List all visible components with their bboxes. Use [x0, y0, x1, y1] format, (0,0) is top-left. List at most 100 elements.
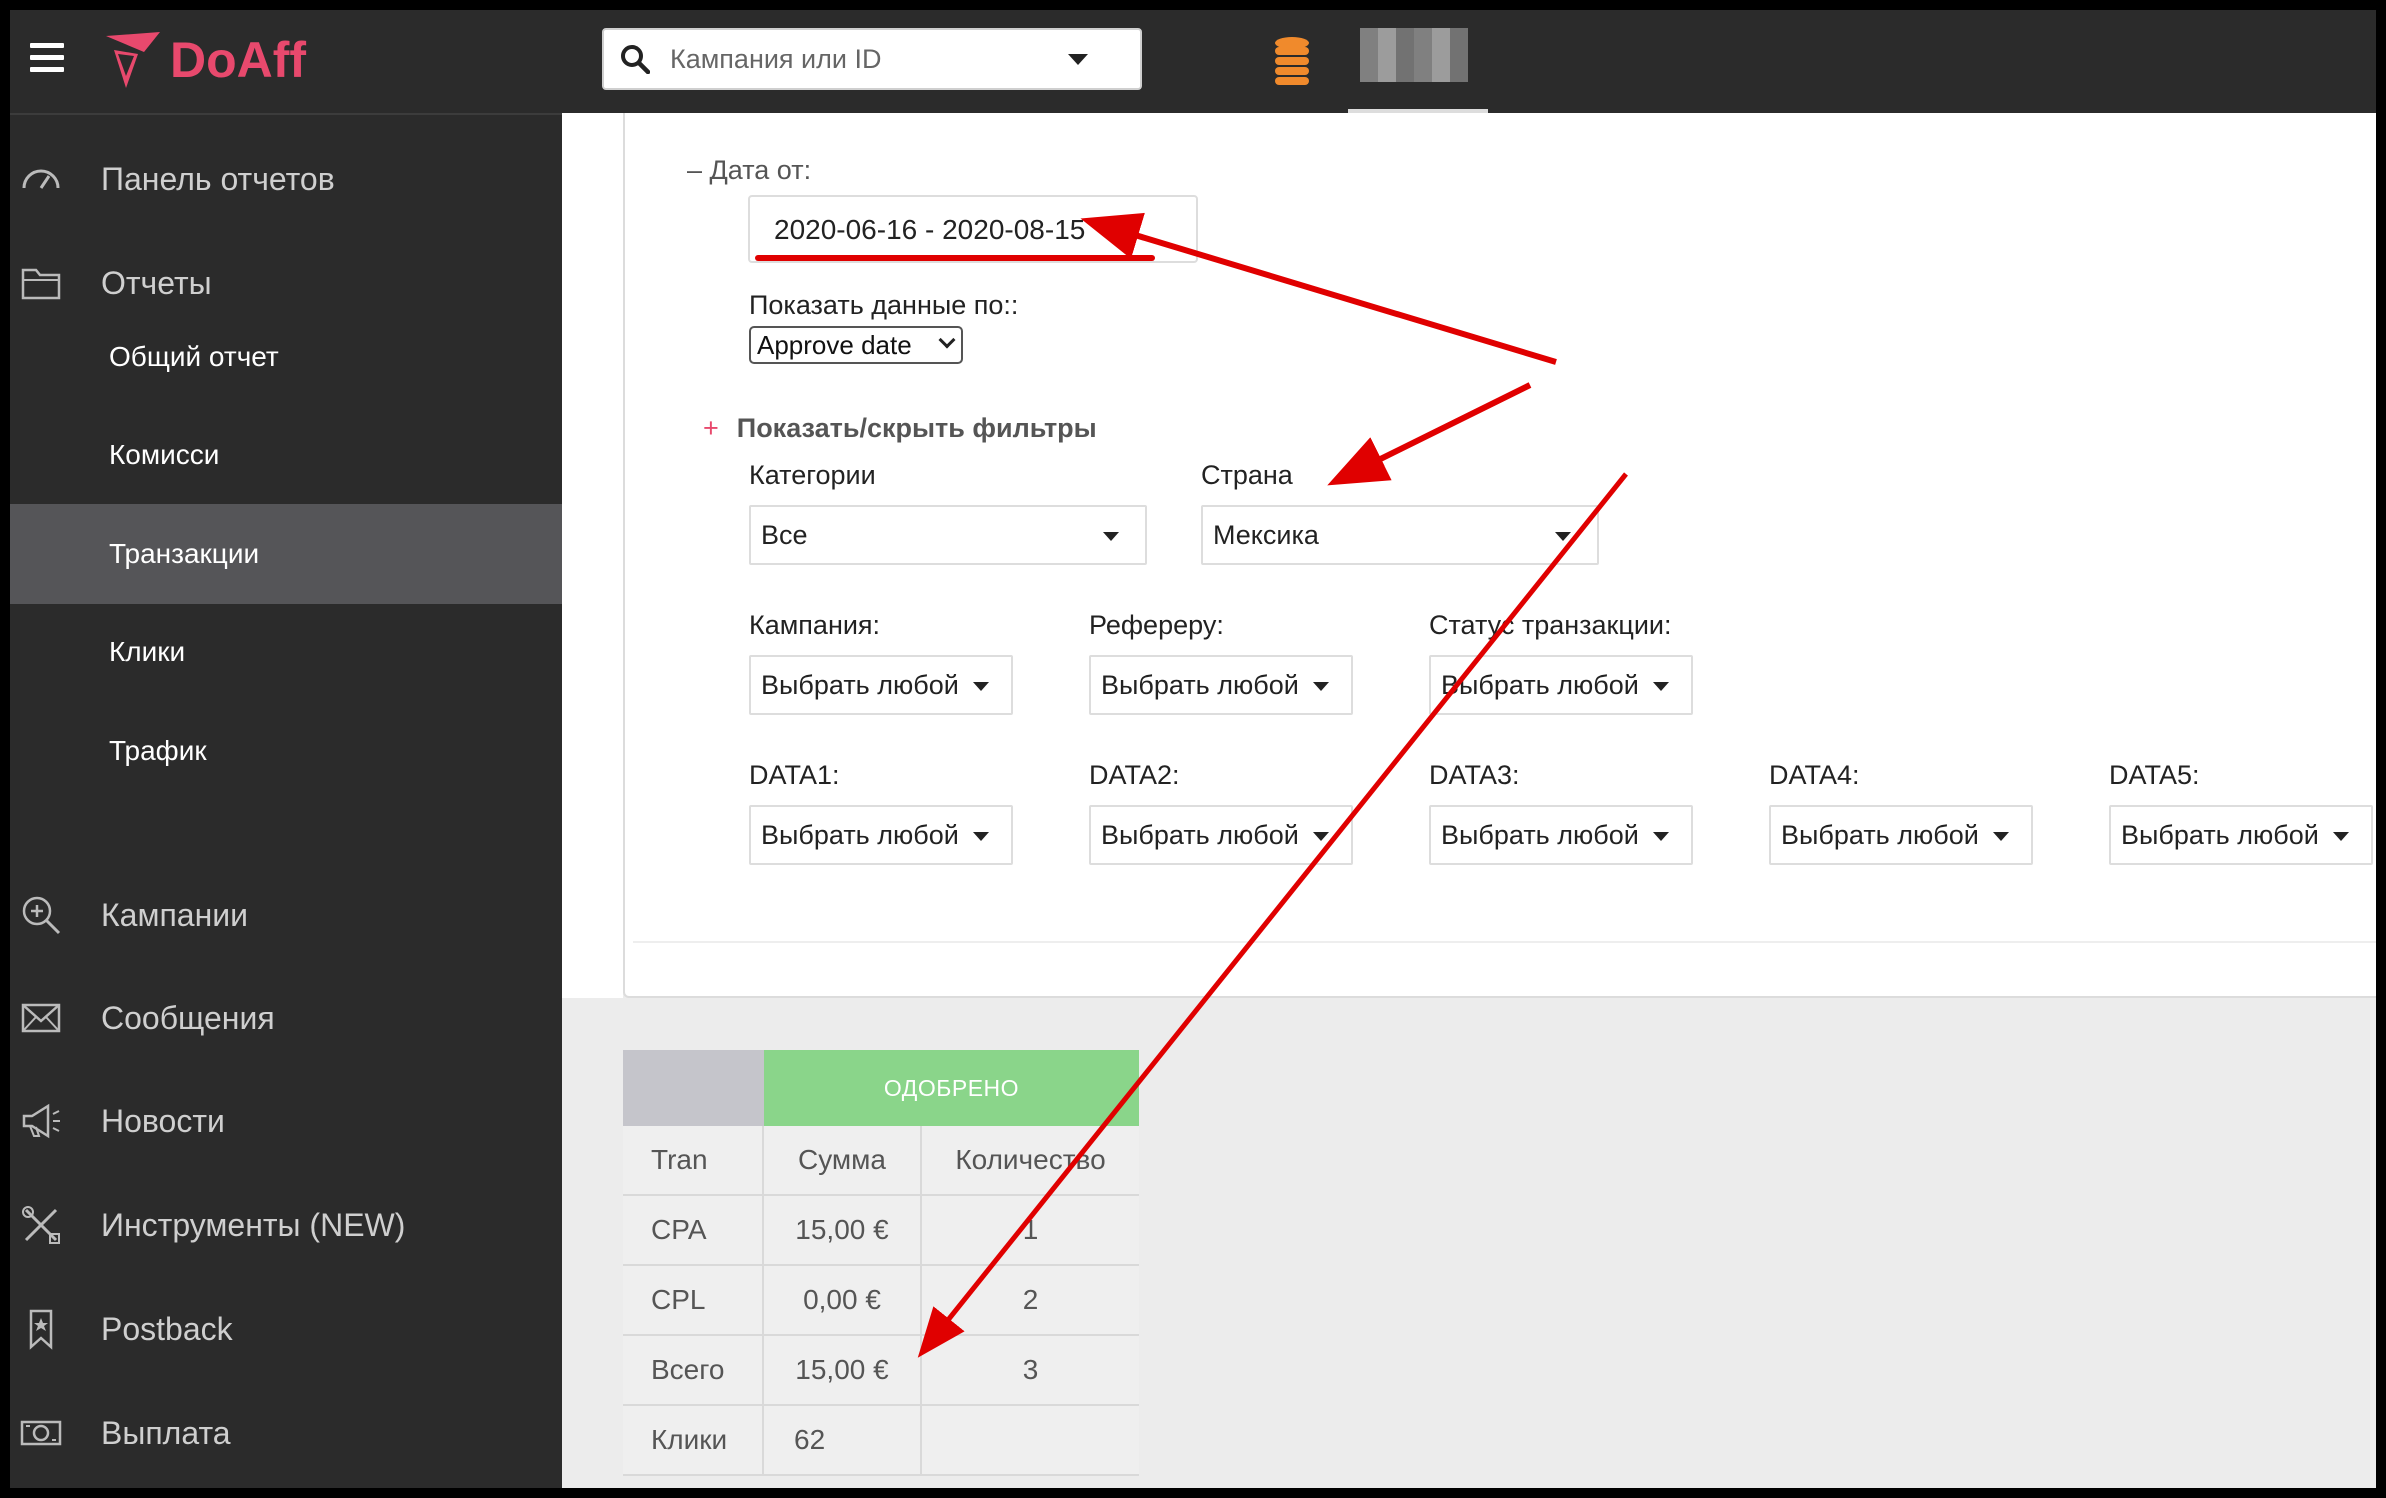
data1-select[interactable]: Выбрать любой: [749, 805, 1013, 865]
chevron-down-icon: [938, 331, 956, 349]
data2-label: DATA2:: [1089, 760, 1180, 790]
table-cell: 0,00 €: [764, 1266, 922, 1334]
caret-down-icon: [1313, 832, 1329, 841]
table-row: CPA 15,00 € 1: [623, 1196, 1139, 1266]
logo[interactable]: DoAff: [104, 28, 306, 92]
sidebar-item-campaigns[interactable]: Кампании: [10, 891, 562, 939]
sidebar-subitem-commissions[interactable]: Комисси: [10, 406, 562, 504]
data3-value: Выбрать любой: [1441, 819, 1639, 850]
show-by-select[interactable]: Approve date: [749, 326, 963, 364]
categories-select[interactable]: Все: [749, 505, 1147, 565]
data5-value: Выбрать любой: [2121, 819, 2319, 850]
caret-down-icon: [1993, 832, 2009, 841]
table-cell: 62: [764, 1406, 922, 1474]
chevron-down-icon[interactable]: [1068, 53, 1088, 65]
sidebar-item-label: Панель отчетов: [101, 160, 335, 197]
sidebar-item-dashboard[interactable]: Панель отчетов: [10, 155, 562, 203]
sidebar-subitem-label: Комисси: [109, 439, 220, 470]
sidebar-item-label: Кампании: [101, 896, 248, 933]
referer-value: Выбрать любой: [1101, 669, 1299, 700]
table-cell: Всего: [623, 1336, 764, 1404]
caret-down-icon: [1555, 532, 1571, 541]
caret-down-icon: [1653, 832, 1669, 841]
toggle-filters-link[interactable]: + Показать/скрыть фильтры: [703, 413, 1097, 444]
panel-gutter: [562, 113, 623, 998]
sidebar-subitem-general-report[interactable]: Общий отчет: [10, 308, 562, 406]
filters-panel: – Дата от: 2020-06-16 - 2020-08-15 Показ…: [623, 113, 2376, 998]
data5-label: DATA5:: [2109, 760, 2200, 790]
megaphone-icon: [22, 1103, 60, 1139]
table-cell: CPA: [623, 1196, 764, 1264]
search-input[interactable]: [670, 43, 1060, 75]
plus-icon: +: [703, 413, 719, 443]
sidebar-subitem-label: Транзакции: [109, 538, 260, 569]
header-blank-cell: [623, 1050, 764, 1126]
date-range-input[interactable]: 2020-06-16 - 2020-08-15: [748, 195, 1198, 263]
bookmark-icon: [29, 1309, 53, 1350]
referer-label: Рефереру:: [1089, 610, 1224, 640]
transaction-status-select[interactable]: Выбрать любой: [1429, 655, 1693, 715]
sidebar-subitem-clicks[interactable]: Клики: [10, 603, 562, 701]
user-menu-tab[interactable]: [1348, 10, 1488, 113]
caret-down-icon: [973, 682, 989, 691]
divider: [633, 941, 2376, 943]
caret-down-icon: [973, 832, 989, 841]
column-header: Сумма: [764, 1126, 922, 1194]
caret-down-icon: [1653, 682, 1669, 691]
sidebar: Панель отчетов Отчеты Общий отчет Комисс…: [10, 113, 562, 1488]
data1-value: Выбрать любой: [761, 819, 959, 850]
campaign-search[interactable]: [602, 28, 1142, 90]
coins-icon[interactable]: [1272, 35, 1312, 87]
sidebar-item-payout[interactable]: Выплата: [10, 1409, 562, 1457]
caret-down-icon: [1103, 532, 1119, 541]
tools-icon: [22, 1206, 60, 1244]
cash-icon: [20, 1420, 62, 1446]
data1-label: DATA1:: [749, 760, 840, 790]
table-cell: 15,00 €: [764, 1196, 922, 1264]
data3-label: DATA3:: [1429, 760, 1520, 790]
country-select[interactable]: Мексика: [1201, 505, 1599, 565]
sidebar-item-tools[interactable]: Инструменты (NEW): [10, 1201, 562, 1249]
data5-select[interactable]: Выбрать любой: [2109, 805, 2373, 865]
date-range-value: 2020-06-16 - 2020-08-15: [774, 214, 1086, 245]
show-by-label: Показать данные по::: [749, 290, 1019, 320]
hamburger-menu-icon[interactable]: [30, 43, 64, 73]
data4-select[interactable]: Выбрать любой: [1769, 805, 2033, 865]
table-cell: 3: [1022, 1354, 1039, 1385]
caret-down-icon: [1313, 682, 1329, 691]
sidebar-item-label: Инструменты (NEW): [101, 1206, 406, 1243]
campaign-value: Выбрать любой: [761, 669, 959, 700]
column-header: Количество: [955, 1144, 1106, 1175]
transaction-status-value: Выбрать любой: [1441, 669, 1639, 700]
referer-select[interactable]: Выбрать любой: [1089, 655, 1353, 715]
table-header-row: Tran Сумма Количество: [623, 1126, 1139, 1196]
main-content: – Дата от: 2020-06-16 - 2020-08-15 Показ…: [562, 113, 2376, 1488]
avatar: [1360, 28, 1468, 82]
table-cell: Клики: [623, 1406, 764, 1474]
sidebar-item-messages[interactable]: Сообщения: [10, 994, 562, 1042]
sidebar-item-label: Выплата: [101, 1414, 231, 1451]
table-row: Всего 15,00 € 3: [623, 1336, 1139, 1406]
data3-select[interactable]: Выбрать любой: [1429, 805, 1693, 865]
sidebar-subitem-transactions[interactable]: Транзакции: [10, 504, 562, 604]
doaff-logo-icon: [106, 32, 160, 88]
sidebar-item-reports[interactable]: Отчеты: [10, 259, 562, 307]
envelope-icon: [21, 1003, 61, 1033]
campaign-label: Кампания:: [749, 610, 881, 640]
categories-label: Категории: [749, 460, 876, 490]
show-by-value: Approve date: [757, 329, 912, 360]
data2-select[interactable]: Выбрать любой: [1089, 805, 1353, 865]
table-cell: CPL: [623, 1266, 764, 1334]
data2-value: Выбрать любой: [1101, 819, 1299, 850]
data4-value: Выбрать любой: [1781, 819, 1979, 850]
sidebar-item-news[interactable]: Новости: [10, 1097, 562, 1145]
sidebar-subitem-traffic[interactable]: Трафик: [10, 702, 562, 800]
data4-label: DATA4:: [1769, 760, 1860, 790]
campaign-select[interactable]: Выбрать любой: [749, 655, 1013, 715]
gauge-icon: [22, 169, 60, 189]
table-cell: [922, 1406, 1139, 1474]
table-cell: 2: [1022, 1284, 1039, 1315]
sidebar-item-postback[interactable]: Postback: [10, 1305, 562, 1353]
categories-value: Все: [761, 519, 808, 550]
toggle-filters-label: Показать/скрыть фильтры: [736, 413, 1097, 443]
